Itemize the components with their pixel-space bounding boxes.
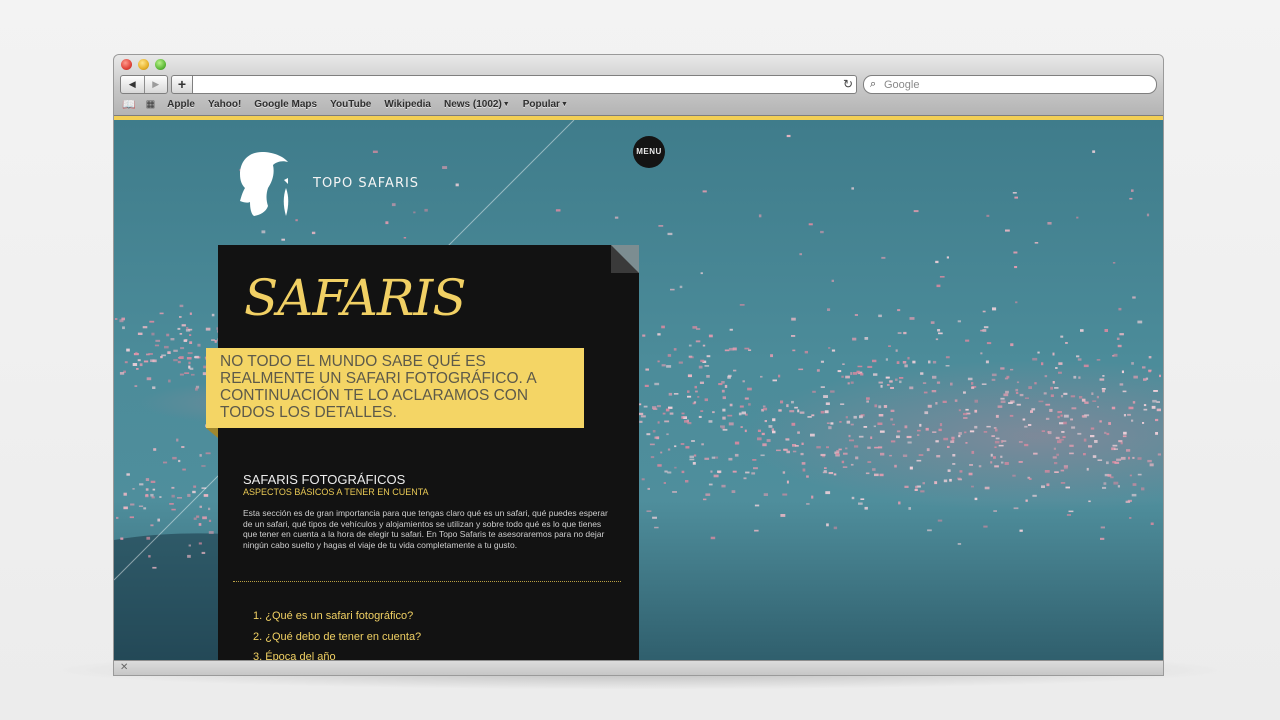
browser-window: ◀ ▶ + ↻ ⌕ 📖 ▦ Apple Yahoo! Google Maps Y… bbox=[114, 55, 1163, 675]
safaris-content-panel: SAFARIS NO TODO EL MUNDO SABE QUÉ ES REA… bbox=[206, 245, 639, 664]
chevron-down-icon: ▼ bbox=[502, 100, 510, 108]
address-bar[interactable]: ↻ bbox=[192, 75, 857, 94]
section-subtitle: ASPECTOS BÁSICOS A TENER EN CUENTA bbox=[243, 487, 429, 497]
bookmark-yahoo[interactable]: Yahoo! bbox=[208, 99, 241, 110]
menu-button[interactable]: MENU bbox=[633, 136, 665, 168]
forward-button[interactable]: ▶ bbox=[143, 76, 168, 93]
ribbon-fold-shadow bbox=[206, 428, 218, 438]
bookmark-youtube[interactable]: YouTube bbox=[330, 99, 371, 110]
toc-link[interactable]: 2. ¿Qué debo de tener en cuenta? bbox=[253, 631, 421, 652]
bookmarks-bar: 📖 ▦ Apple Yahoo! Google Maps YouTube Wik… bbox=[114, 95, 1163, 113]
web-page: TOPO SAFARIS MENU SAFARIS NO TODO EL MUN… bbox=[114, 116, 1163, 664]
bookmark-google-maps[interactable]: Google Maps bbox=[254, 99, 317, 110]
table-of-contents: 1. ¿Qué es un safari fotográfico? 2. ¿Qu… bbox=[253, 610, 421, 664]
bookmark-popular-folder[interactable]: Popular▼ bbox=[523, 99, 568, 110]
bookmark-news-label: News (1002) bbox=[443, 98, 502, 110]
magnifier-icon: ⌕ bbox=[870, 78, 877, 90]
intro-text: NO TODO EL MUNDO SABE QUÉ ES REALMENTE U… bbox=[220, 353, 536, 421]
dotted-divider bbox=[233, 581, 621, 582]
minimize-window-button[interactable] bbox=[138, 59, 149, 70]
plus-icon: + bbox=[177, 76, 187, 92]
back-button[interactable]: ◀ bbox=[121, 76, 144, 93]
close-window-button[interactable] bbox=[121, 59, 132, 70]
browser-toolbar: ◀ ▶ + ↻ ⌕ 📖 ▦ Apple Yahoo! Google Maps Y… bbox=[114, 55, 1163, 116]
search-field[interactable]: ⌕ bbox=[863, 75, 1157, 94]
section-body: Esta sección es de gran importancia para… bbox=[243, 508, 608, 550]
section-title: SAFARIS FOTOGRÁFICOS bbox=[243, 472, 406, 487]
reading-list-icon[interactable]: 📖 bbox=[122, 98, 136, 111]
add-bookmark-button[interactable]: + bbox=[171, 75, 193, 94]
logo-text[interactable]: TOPO SAFARIS bbox=[313, 176, 419, 191]
bookmark-news-folder[interactable]: News (1002)▼ bbox=[444, 99, 510, 110]
topo-safaris-logo-icon[interactable] bbox=[228, 148, 298, 220]
chevron-down-icon: ▼ bbox=[560, 100, 568, 108]
status-bar: ✕ bbox=[114, 660, 1163, 675]
back-arrow-icon: ◀ bbox=[128, 79, 136, 89]
bookmark-apple[interactable]: Apple bbox=[167, 99, 195, 110]
zoom-window-button[interactable] bbox=[155, 59, 166, 70]
page-fold-corner bbox=[611, 245, 639, 273]
intro-ribbon: NO TODO EL MUNDO SABE QUÉ ES REALMENTE U… bbox=[206, 348, 584, 428]
nav-buttons: ◀ ▶ bbox=[120, 75, 168, 94]
bookmark-popular-label: Popular bbox=[522, 98, 560, 110]
bookmark-wikipedia[interactable]: Wikipedia bbox=[384, 99, 431, 110]
forward-arrow-icon: ▶ bbox=[152, 79, 160, 89]
reload-icon[interactable]: ↻ bbox=[843, 77, 853, 92]
search-input[interactable] bbox=[884, 76, 1144, 93]
toc-link[interactable]: 1. ¿Qué es un safari fotográfico? bbox=[253, 610, 421, 631]
top-sites-grid-icon[interactable]: ▦ bbox=[146, 99, 155, 110]
close-icon[interactable]: ✕ bbox=[120, 661, 128, 675]
page-title: SAFARIS bbox=[244, 269, 466, 327]
